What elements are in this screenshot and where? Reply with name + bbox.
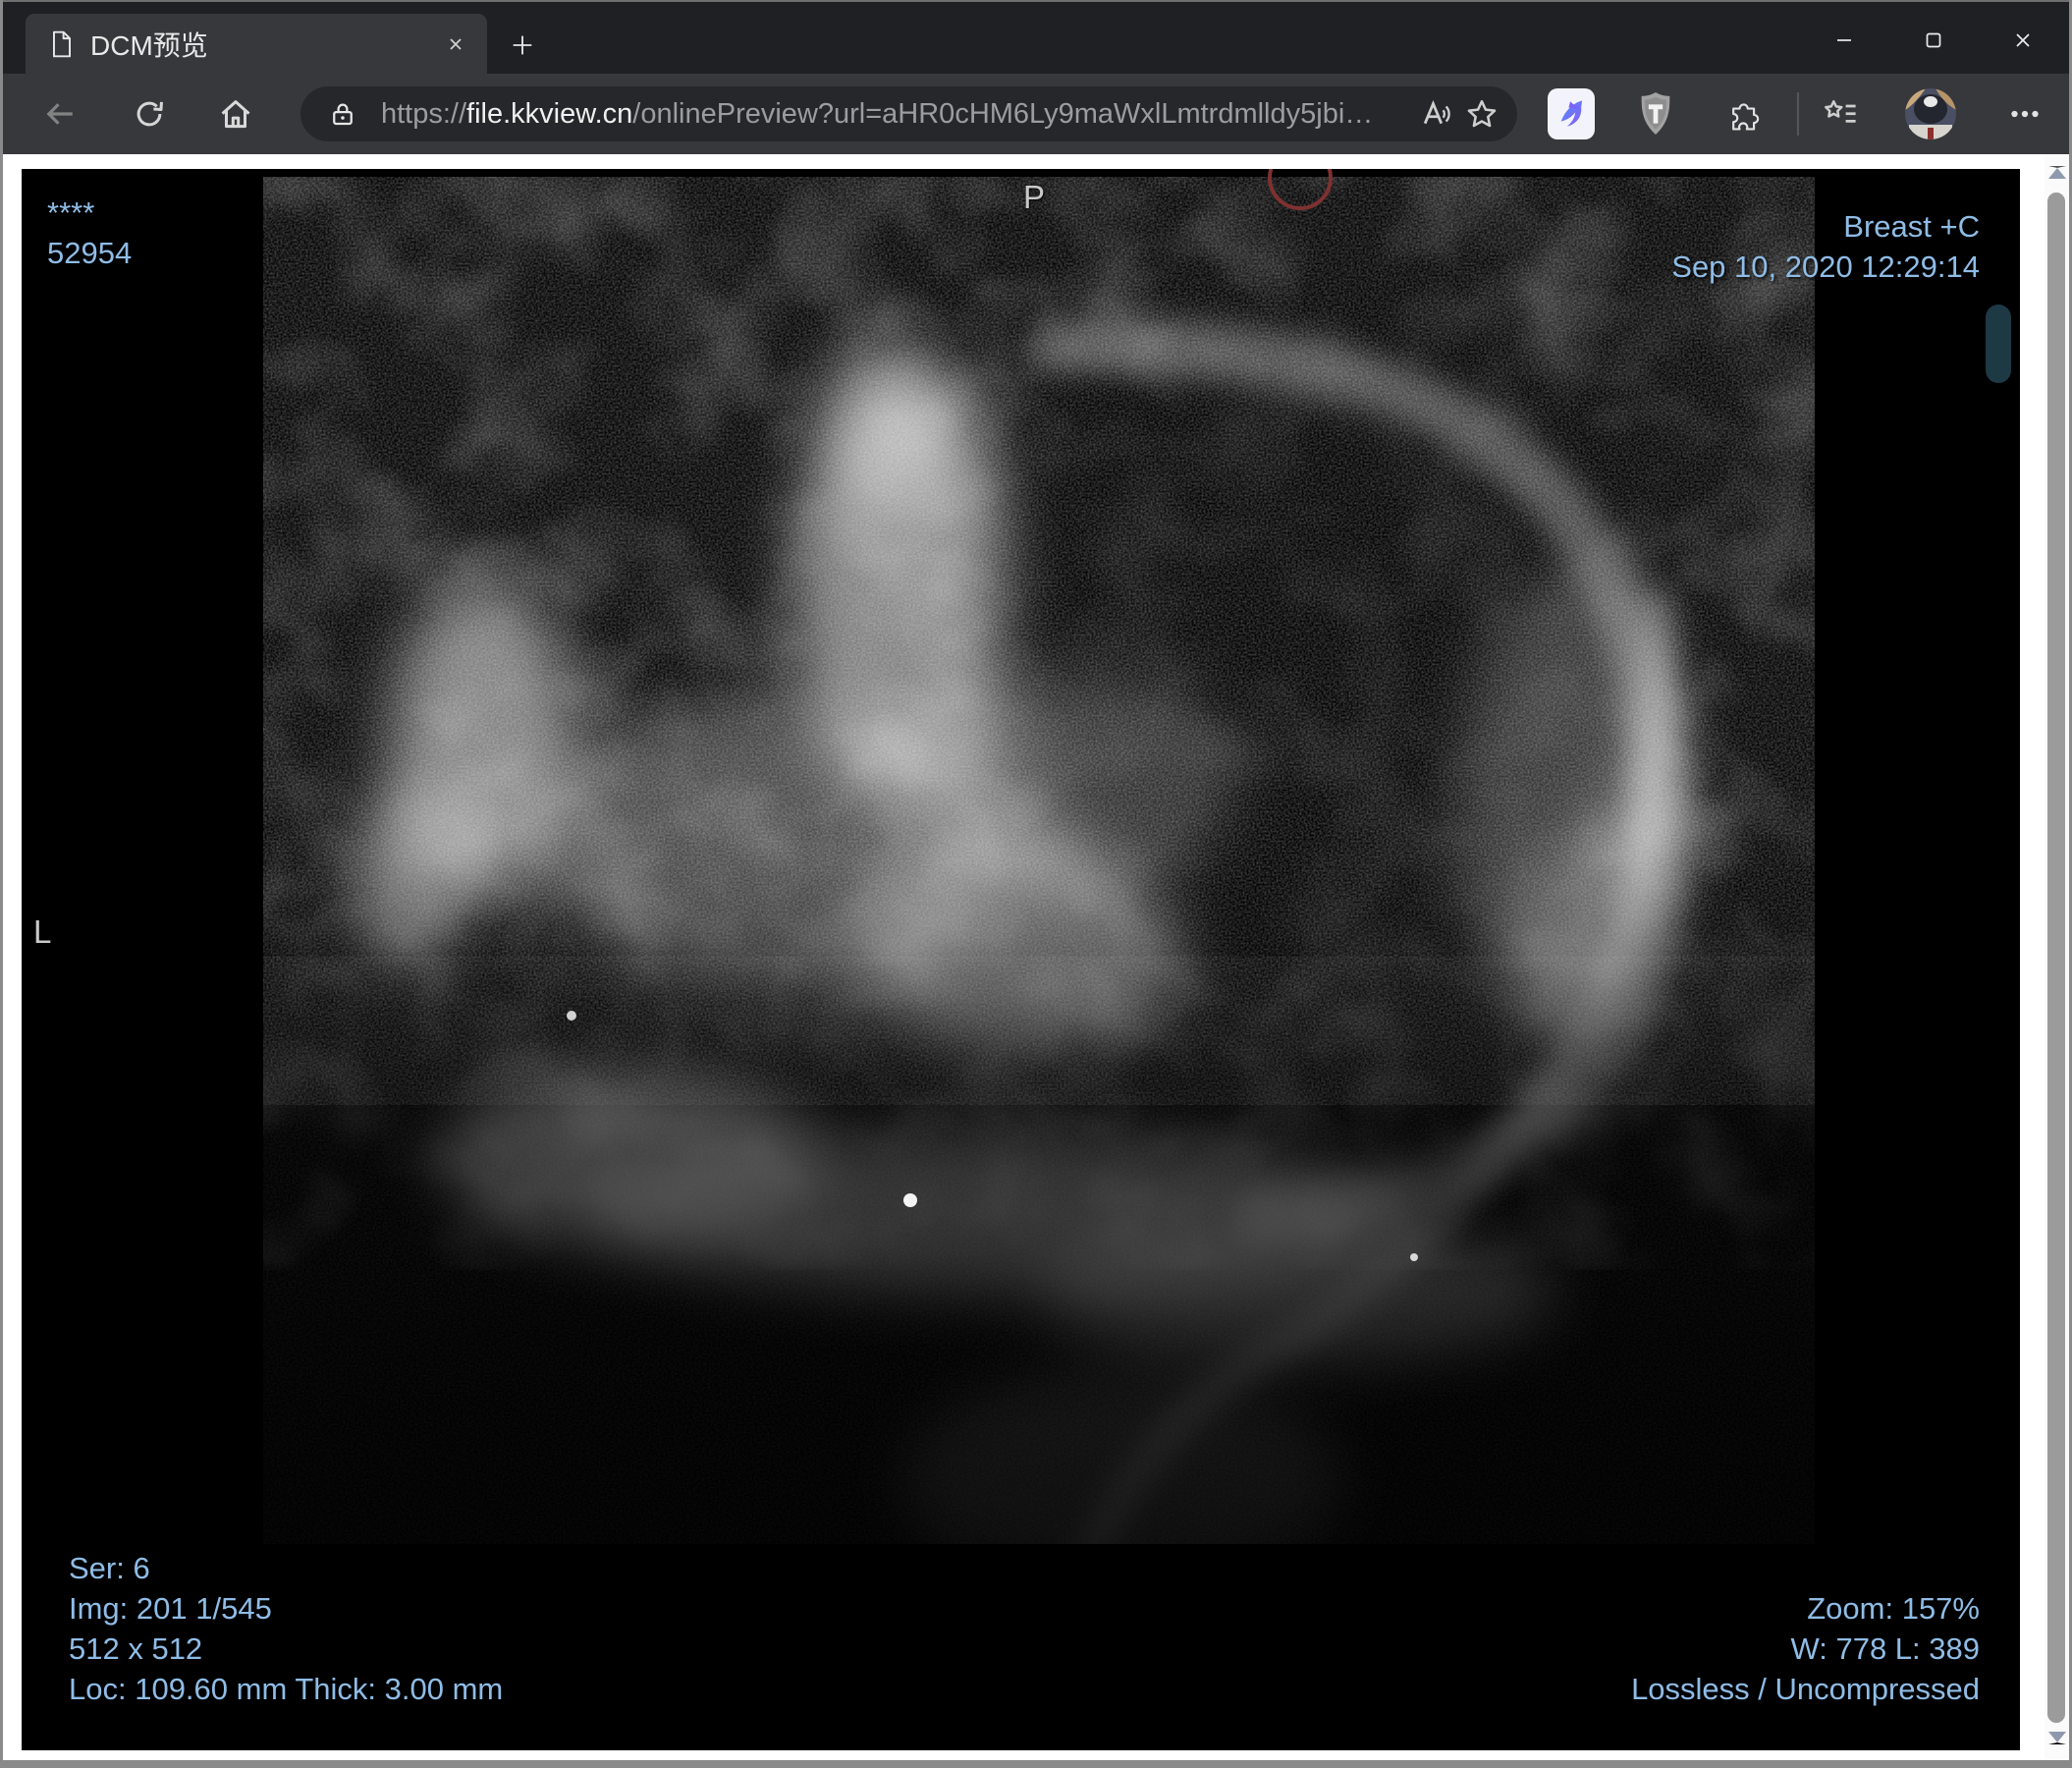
overlay-bottom-right: Zoom: 157% W: 778 L: 389 Lossless / Unco… xyxy=(1631,1588,1980,1709)
compression-info: Lossless / Uncompressed xyxy=(1631,1672,1980,1706)
study-description: Breast +C xyxy=(1843,209,1980,244)
toolbar-divider xyxy=(1797,92,1799,136)
overlay-top-right: Breast +C Sep 10, 2020 12:29:14 xyxy=(1671,206,1980,287)
titlebar: DCM预览 xyxy=(3,2,2069,74)
patient-name-masked: **** xyxy=(47,195,95,230)
bird-extension-icon[interactable] xyxy=(1548,88,1595,139)
viewer-scroll-indicator[interactable] xyxy=(1986,304,2011,383)
window-maximize-button[interactable] xyxy=(1909,17,1958,64)
url-path: /onlinePreview?url=aHR0cHM6Ly9maWxlLmtrd… xyxy=(632,97,1374,130)
refresh-button[interactable] xyxy=(128,92,171,136)
window-border-bottom xyxy=(0,1760,2072,1768)
orientation-marker-posterior: P xyxy=(1023,179,1046,215)
study-datetime: Sep 10, 2020 12:29:14 xyxy=(1671,249,1980,284)
window-minimize-button[interactable] xyxy=(1820,17,1869,64)
image-number: Img: 201 1/545 xyxy=(69,1591,272,1626)
mri-image xyxy=(22,169,2020,1750)
tab-title: DCM预览 xyxy=(90,29,208,61)
slice-location: Loc: 109.60 mm Thick: 3.00 mm xyxy=(69,1672,504,1706)
image-matrix: 512 x 512 xyxy=(69,1631,203,1666)
url-text: https://file.kkview.cn/onlinePreview?url… xyxy=(381,98,1417,131)
patient-id: 52954 xyxy=(47,236,133,270)
collections-button[interactable] xyxy=(1820,92,1863,136)
page-content: **** 52954 Breast +C Sep 10, 2020 12:29:… xyxy=(3,154,2069,1760)
zoom-level: Zoom: 157% xyxy=(1807,1591,1980,1626)
scrollbar-thumb[interactable] xyxy=(2047,193,2065,1723)
profile-avatar[interactable] xyxy=(1905,88,1956,139)
window-level: W: 778 L: 389 xyxy=(1790,1631,1980,1666)
window-close-button[interactable] xyxy=(1998,17,2047,64)
tab-close-button[interactable] xyxy=(438,27,473,62)
series-number: Ser: 6 xyxy=(69,1551,150,1585)
overlay-bottom-left: Ser: 6 Img: 201 1/545 512 x 512 Loc: 109… xyxy=(69,1548,503,1709)
document-icon xyxy=(49,29,75,59)
address-bar[interactable]: https://file.kkview.cn/onlinePreview?url… xyxy=(300,86,1517,141)
url-scheme: https:// xyxy=(381,97,467,130)
url-domain: file.kkview.cn xyxy=(466,97,633,130)
orientation-marker-left: L xyxy=(33,913,52,950)
scrollbar-up-arrow-icon[interactable] xyxy=(2048,166,2066,179)
dicom-viewer-canvas[interactable]: **** 52954 Breast +C Sep 10, 2020 12:29:… xyxy=(22,169,2020,1750)
browser-tab[interactable]: DCM预览 xyxy=(26,14,487,74)
shield-t-extension-icon[interactable] xyxy=(1633,88,1678,139)
lock-icon[interactable] xyxy=(328,99,357,129)
toolbar: https://file.kkview.cn/onlinePreview?url… xyxy=(3,74,2069,154)
extensions-puzzle-icon[interactable] xyxy=(1723,92,1767,136)
read-aloud-button[interactable] xyxy=(1417,92,1460,136)
page-scrollbar[interactable] xyxy=(2045,154,2069,1760)
favorite-star-button[interactable] xyxy=(1460,92,1503,136)
browser-menu-ellipsis-icon[interactable] xyxy=(2003,92,2046,136)
new-tab-button[interactable] xyxy=(503,26,542,65)
overlay-top-left: **** 52954 xyxy=(47,193,132,273)
scrollbar-down-arrow-icon[interactable] xyxy=(2048,1732,2066,1744)
home-button[interactable] xyxy=(214,92,257,136)
browser-window: DCM预览 https://file.kkview.cn/onlinePrevi… xyxy=(0,0,2072,1768)
back-button[interactable] xyxy=(38,92,82,136)
